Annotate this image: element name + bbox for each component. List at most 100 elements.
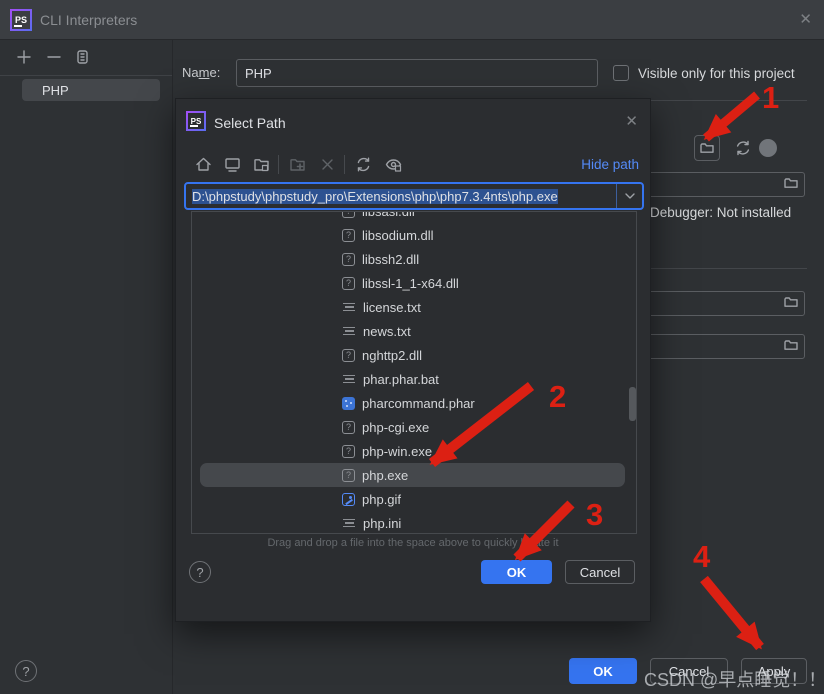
folder-icon[interactable]	[784, 177, 798, 189]
file-row[interactable]: ? php.exe	[192, 463, 636, 487]
unknown-file-icon: ?	[342, 212, 355, 218]
file-tree-scrollbar[interactable]	[629, 387, 636, 421]
status-indicator-icon	[759, 139, 777, 157]
dialog-cancel-button[interactable]: Cancel	[565, 560, 635, 584]
copy-interpreter-icon[interactable]	[73, 48, 91, 66]
file-row[interactable]: ? libssh2.dll	[192, 247, 636, 271]
browse-executable-button[interactable]	[694, 135, 720, 161]
step-number-4: 4	[693, 539, 711, 574]
name-label: Name:	[182, 65, 221, 80]
file-row[interactable]: ? nghttp2.dll	[192, 343, 636, 367]
file-row[interactable]: ? libsasl.dll	[192, 211, 636, 223]
form-separator-top	[651, 100, 807, 101]
arrow-step-1	[703, 91, 760, 142]
interpreter-name-input[interactable]	[236, 59, 598, 87]
file-name: php-cgi.exe	[362, 419, 430, 435]
window-titlebar: PS CLI Interpreters ✕	[0, 0, 824, 40]
image-file-icon	[342, 492, 355, 506]
dialog-close-icon[interactable]: ✕	[625, 112, 638, 130]
unknown-file-icon: ?	[342, 228, 355, 242]
unknown-file-icon: ?	[342, 348, 355, 362]
sidebar-separator	[0, 75, 172, 76]
config-options-field[interactable]	[645, 334, 805, 359]
text-file-icon	[342, 324, 356, 338]
unknown-file-icon: ?	[342, 468, 355, 482]
cli-interpreters-window: PS CLI Interpreters ✕ PHP Name: Visible …	[0, 0, 824, 694]
visible-only-checkbox[interactable]	[613, 65, 629, 81]
arrow-step-4	[700, 575, 764, 651]
folder-icon[interactable]	[784, 339, 798, 351]
text-file-icon	[342, 516, 356, 530]
dialog-help-button[interactable]: ?	[189, 561, 211, 583]
window-close-icon[interactable]: ✕	[799, 11, 812, 29]
debugger-extension-field[interactable]	[645, 291, 805, 316]
file-row[interactable]: ? libsodium.dll	[192, 223, 636, 247]
config-file-field[interactable]	[645, 172, 805, 197]
file-name: nghttp2.dll	[362, 347, 422, 363]
text-file-icon	[342, 372, 356, 386]
phpstorm-logo-icon: PS	[186, 111, 206, 131]
file-row[interactable]: license.txt	[192, 295, 636, 319]
hide-path-link[interactable]: Hide path	[581, 157, 639, 172]
visible-only-label: Visible only for this project	[638, 66, 795, 81]
add-interpreter-icon[interactable]	[15, 48, 33, 66]
form-separator-middle	[651, 268, 807, 269]
file-name: libssl-1_1-x64.dll	[362, 275, 459, 291]
desktop-directory-icon[interactable]	[223, 155, 242, 174]
file-tree[interactable]: ? libsasl.dll ? libsodium.dll ? libssh2.…	[191, 211, 637, 534]
sidebar-item-php[interactable]: PHP	[22, 79, 160, 101]
file-row[interactable]: ? php-cgi.exe	[192, 415, 636, 439]
folder-icon[interactable]	[784, 296, 798, 308]
show-hidden-files-icon[interactable]	[384, 155, 403, 174]
sidebar-divider	[172, 40, 173, 694]
select-path-dialog: PS Select Path ✕ Hide path D:\phpstudy\p…	[175, 98, 651, 622]
file-name: php-win.exe	[362, 443, 433, 459]
path-dropdown-button[interactable]	[616, 184, 642, 208]
file-row[interactable]: php.ini	[192, 511, 636, 533]
path-value: D:\phpstudy\phpstudy_pro\Extensions\php\…	[192, 188, 558, 204]
debugger-status: Debugger: Not installed	[650, 205, 792, 220]
file-name: pharcommand.phar	[362, 395, 475, 411]
cancel-button[interactable]: Cancel	[650, 658, 728, 684]
ok-button[interactable]: OK	[569, 658, 637, 684]
interpreter-list-toolbar	[0, 40, 172, 75]
help-button[interactable]: ?	[15, 660, 37, 682]
file-name: phar.phar.bat	[363, 371, 439, 387]
chevron-down-icon	[624, 193, 635, 199]
remove-interpreter-icon[interactable]	[45, 48, 63, 66]
refresh-icon[interactable]	[354, 155, 373, 174]
file-name: libsasl.dll	[362, 211, 415, 219]
phpstorm-logo-icon: PS	[10, 9, 32, 31]
folder-icon	[700, 143, 714, 153]
file-chooser-toolbar: Hide path	[176, 153, 652, 177]
file-name: libsodium.dll	[362, 227, 434, 243]
project-directory-icon[interactable]	[252, 155, 271, 174]
file-name: license.txt	[363, 299, 421, 315]
reload-phpinfo-icon[interactable]	[733, 138, 753, 158]
unknown-file-icon: ?	[342, 444, 355, 458]
unknown-file-icon: ?	[342, 276, 355, 290]
file-row[interactable]: phar.phar.bat	[192, 367, 636, 391]
home-directory-icon[interactable]	[194, 155, 213, 174]
unknown-file-icon: ?	[342, 252, 355, 266]
new-folder-icon[interactable]	[288, 155, 307, 174]
dialog-ok-button[interactable]: OK	[481, 560, 552, 584]
file-row[interactable]: ? libssl-1_1-x64.dll	[192, 271, 636, 295]
file-row[interactable]: php.gif	[192, 487, 636, 511]
file-row[interactable]: ? php-win.exe	[192, 439, 636, 463]
file-name: php.exe	[362, 467, 409, 483]
dialog-title: Select Path	[214, 115, 286, 131]
file-name: libssh2.dll	[362, 251, 420, 267]
toolbar-separator	[278, 155, 279, 174]
step-number-1: 1	[762, 80, 780, 115]
apply-button[interactable]: Apply	[741, 658, 807, 684]
file-name: php.ini	[363, 515, 402, 531]
file-name: news.txt	[363, 323, 411, 339]
file-name: php.gif	[362, 491, 402, 507]
file-row[interactable]: pharcommand.phar	[192, 391, 636, 415]
drag-drop-hint: Drag and drop a file into the space abov…	[267, 537, 559, 549]
path-combobox[interactable]: D:\phpstudy\phpstudy_pro\Extensions\php\…	[184, 182, 644, 210]
delete-icon[interactable]	[318, 155, 337, 174]
file-row[interactable]: news.txt	[192, 319, 636, 343]
path-input[interactable]: D:\phpstudy\phpstudy_pro\Extensions\php\…	[186, 188, 616, 204]
